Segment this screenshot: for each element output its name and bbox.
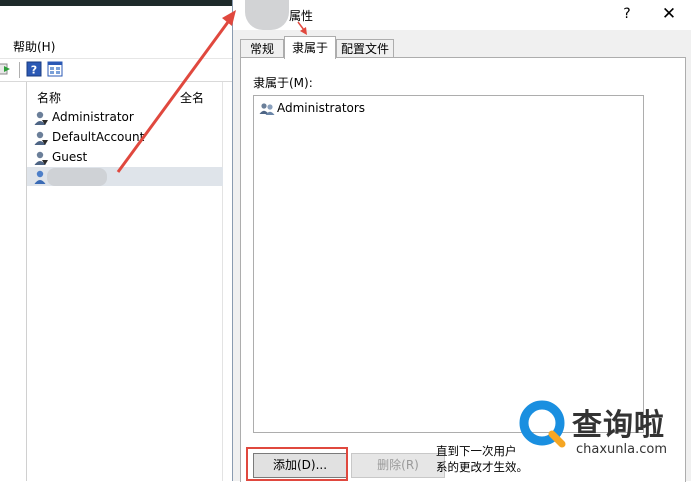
user-row-selected[interactable]	[27, 167, 223, 186]
user-row-guest[interactable]: Guest	[33, 148, 223, 167]
watermark-logo-icon	[519, 400, 566, 448]
forward-icon[interactable]	[0, 61, 14, 77]
watermark-chinese: 查询啦	[572, 408, 665, 443]
view-icon[interactable]	[47, 61, 63, 77]
user-icon	[33, 150, 49, 166]
watermark-url: chaxunla.com	[576, 442, 667, 457]
background-titlebar	[0, 0, 232, 6]
computer-management-window: 帮助(H) ? 名称 全名 Administrator DefaultAccou…	[0, 0, 232, 481]
column-header-name[interactable]: 名称	[37, 89, 61, 106]
tab-profile[interactable]: 配置文件	[336, 39, 394, 58]
tab-strip: 常规 隶属于 配置文件	[240, 36, 684, 59]
user-row-administrator[interactable]: Administrator	[33, 108, 223, 127]
group-name: Administrators	[277, 101, 366, 115]
dialog-title: 属性	[289, 9, 314, 23]
column-header-full-name[interactable]: 全名	[180, 89, 204, 106]
user-name: Guest	[52, 150, 88, 164]
tree-pane[interactable]	[0, 82, 27, 481]
user-name: Administrator	[52, 110, 134, 124]
watermark: 查询啦 chaxunla.com	[514, 398, 686, 464]
user-list-pane[interactable]: 名称 全名 Administrator DefaultAccount Guest	[27, 82, 232, 481]
tab-general[interactable]: 常规	[240, 39, 284, 58]
group-list[interactable]: Administrators	[253, 95, 644, 433]
user-icon	[33, 110, 49, 126]
user-row-defaultaccount[interactable]: DefaultAccount	[33, 128, 223, 147]
help-button[interactable]: ?	[615, 3, 639, 25]
toolbar: ?	[0, 58, 232, 82]
close-button[interactable]: ✕	[657, 3, 681, 25]
user-icon	[33, 130, 49, 146]
menu-bar: 帮助(H)	[0, 36, 232, 54]
svg-text:?: ?	[31, 64, 37, 77]
list-header: 名称 全名	[27, 88, 232, 106]
redacted-title	[245, 0, 289, 30]
add-button[interactable]: 添加(D)...	[253, 453, 347, 478]
group-icon	[259, 101, 275, 117]
menu-help[interactable]: 帮助(H)	[13, 38, 55, 55]
dialog-titlebar[interactable]: 属性 ? ✕	[233, 0, 691, 30]
tab-member-of[interactable]: 隶属于	[284, 36, 336, 59]
redacted-user-name	[47, 168, 107, 186]
toolbar-separator	[19, 62, 20, 78]
help-icon[interactable]: ?	[26, 61, 42, 77]
member-of-label: 隶属于(M):	[253, 76, 313, 90]
remove-button: 删除(R)	[351, 453, 445, 478]
user-name: DefaultAccount	[52, 130, 145, 144]
